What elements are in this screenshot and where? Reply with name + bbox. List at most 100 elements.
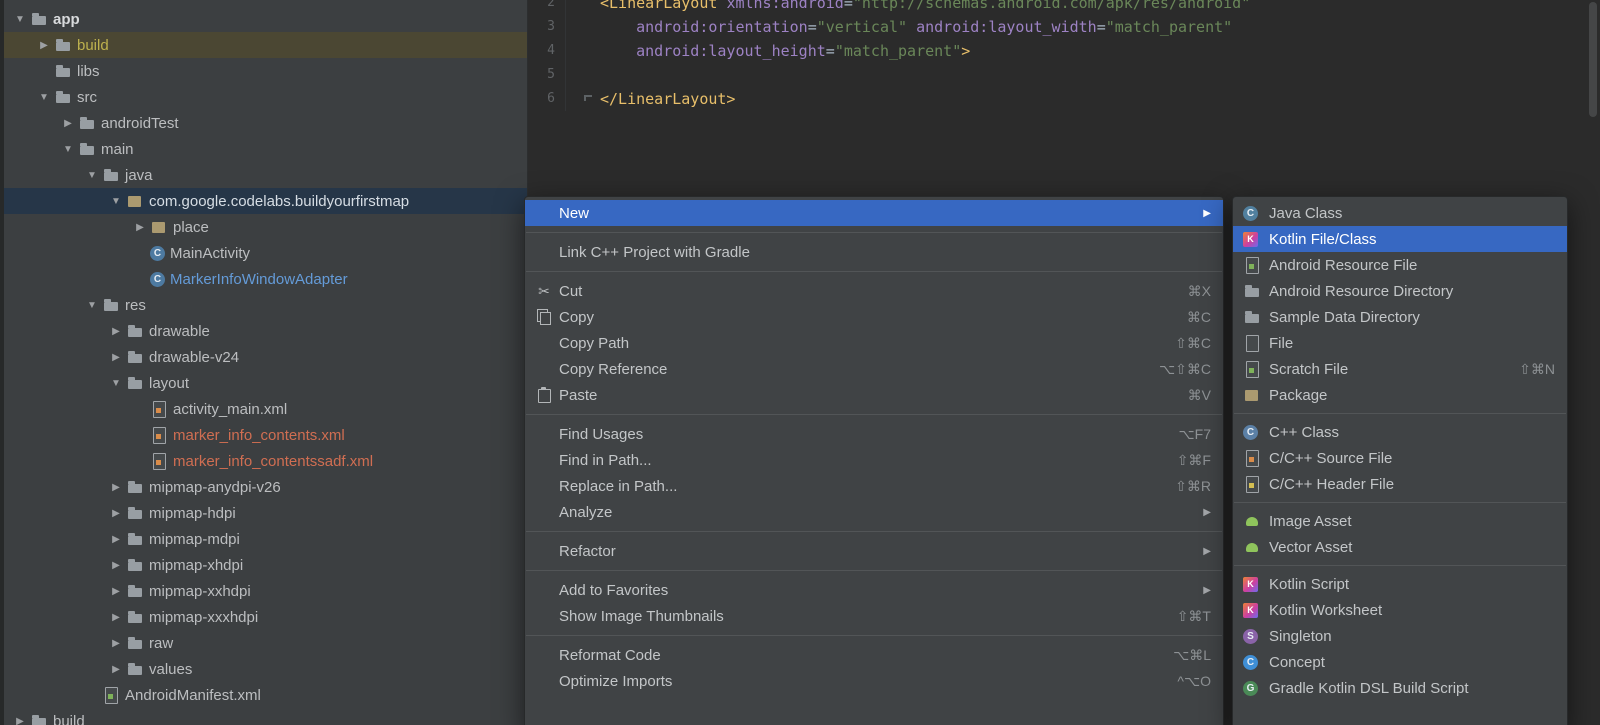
collapse-arrow-icon[interactable]: ▼: [58, 144, 78, 155]
fold-marker-icon[interactable]: [584, 95, 592, 101]
tree-item-drawable[interactable]: ▶drawable: [0, 318, 527, 344]
menu-item-replace-in-path[interactable]: Replace in Path...⇧⌘R: [525, 473, 1223, 499]
menu-item-scratch-file[interactable]: Scratch File⇧⌘N: [1233, 356, 1567, 382]
menu-item-kotlin-file-class[interactable]: KKotlin File/Class: [1233, 226, 1567, 252]
code-line[interactable]: [600, 63, 1600, 87]
menu-item-file[interactable]: File: [1233, 330, 1567, 356]
tree-item-raw[interactable]: ▶raw: [0, 630, 527, 656]
menu-item-singleton[interactable]: SSingleton: [1233, 623, 1567, 649]
menu-item-kotlin-worksheet[interactable]: KKotlin Worksheet: [1233, 597, 1567, 623]
menu-item-c-class[interactable]: CC++ Class: [1233, 419, 1567, 445]
tree-item-com-google-codelabs-buildyourfirstmap[interactable]: ▼com.google.codelabs.buildyourfirstmap: [0, 188, 527, 214]
expand-arrow-icon[interactable]: ▶: [106, 508, 126, 519]
tree-item-label: mipmap-anydpi-v26: [149, 479, 281, 496]
tree-item-activity-main-xml[interactable]: activity_main.xml: [0, 396, 527, 422]
menu-item-find-in-path[interactable]: Find in Path...⇧⌘F: [525, 447, 1223, 473]
collapse-arrow-icon[interactable]: ▼: [82, 170, 102, 181]
menu-item-label: Refactor: [559, 543, 1179, 560]
menu-item-link-c-project-with-gradle[interactable]: Link C++ Project with Gradle: [525, 239, 1223, 265]
menu-item-kotlin-script[interactable]: KKotlin Script: [1233, 571, 1567, 597]
menu-item-copy-path[interactable]: Copy Path⇧⌘C: [525, 330, 1223, 356]
tree-item-build[interactable]: ▶build: [0, 32, 527, 58]
tree-item-androidmanifest-xml[interactable]: AndroidManifest.xml: [0, 682, 527, 708]
tree-item-mipmap-hdpi[interactable]: ▶mipmap-hdpi: [0, 500, 527, 526]
paste-icon: [535, 386, 553, 404]
tree-item-mainactivity[interactable]: CMainActivity: [0, 240, 527, 266]
tree-item-place[interactable]: ▶place: [0, 214, 527, 240]
expand-arrow-icon[interactable]: ▶: [106, 560, 126, 571]
menu-item-vector-asset[interactable]: Vector Asset: [1233, 534, 1567, 560]
collapse-arrow-icon[interactable]: ▼: [106, 196, 126, 207]
collapse-arrow-icon[interactable]: ▼: [34, 92, 54, 103]
tree-item-java[interactable]: ▼java: [0, 162, 527, 188]
tree-item-mipmap-anydpi-v26[interactable]: ▶ mipmap-anydpi-v26: [0, 474, 527, 500]
menu-item-analyze[interactable]: Analyze▶: [525, 499, 1223, 525]
tree-item-mipmap-xxhdpi[interactable]: ▶mipmap-xxhdpi: [0, 578, 527, 604]
code-token: >: [961, 42, 970, 60]
code-line[interactable]: </LinearLayout>: [600, 87, 1600, 111]
expand-arrow-icon[interactable]: ▶: [58, 118, 78, 129]
tree-item-mipmap-mdpi[interactable]: ▶mipmap-mdpi: [0, 526, 527, 552]
menu-item-reformat-code[interactable]: Reformat Code⌥⌘L: [525, 642, 1223, 668]
tree-item-mipmap-xhdpi[interactable]: ▶mipmap-xhdpi: [0, 552, 527, 578]
tree-item-app[interactable]: ▼app: [0, 6, 527, 32]
tree-item-libs[interactable]: libs: [0, 58, 527, 84]
tree-item-build[interactable]: ▶build: [0, 708, 527, 725]
code-token: =: [1097, 18, 1106, 36]
menu-item-android-resource-directory[interactable]: Android Resource Directory: [1233, 278, 1567, 304]
expand-arrow-icon[interactable]: ▶: [106, 352, 126, 363]
collapse-arrow-icon[interactable]: ▼: [82, 300, 102, 311]
code-line[interactable]: android:layout_height="match_parent">: [600, 39, 1600, 63]
menu-item-optimize-imports[interactable]: Optimize Imports^⌥O: [525, 668, 1223, 694]
menu-item-concept[interactable]: CConcept: [1233, 649, 1567, 675]
tree-item-values[interactable]: ▶ values: [0, 656, 527, 682]
menu-item-label: Copy Reference: [559, 361, 1135, 378]
menu-item-show-image-thumbnails[interactable]: Show Image Thumbnails⇧⌘T: [525, 603, 1223, 629]
tree-item-src[interactable]: ▼src: [0, 84, 527, 110]
folder-icon: [126, 504, 144, 522]
expand-arrow-icon[interactable]: ▶: [130, 222, 150, 233]
tree-item-res[interactable]: ▼res: [0, 292, 527, 318]
menu-item-cut[interactable]: ✂Cut⌘X: [525, 278, 1223, 304]
code-line[interactable]: <LinearLayout xmlns:android="http://sche…: [600, 0, 1600, 15]
menu-item-paste[interactable]: Paste⌘V: [525, 382, 1223, 408]
tree-item-markerinfowindowadapter[interactable]: CMarkerInfoWindowAdapter: [0, 266, 527, 292]
expand-arrow-icon[interactable]: ▶: [106, 638, 126, 649]
expand-arrow-icon[interactable]: ▶: [106, 612, 126, 623]
expand-arrow-icon[interactable]: ▶: [106, 534, 126, 545]
tree-item-main[interactable]: ▼main: [0, 136, 527, 162]
scrollbar-thumb[interactable]: [1589, 2, 1597, 117]
menu-item-java-class[interactable]: CJava Class: [1233, 200, 1567, 226]
editor-code-area[interactable]: <LinearLayout xmlns:android="http://sche…: [566, 0, 1600, 111]
menu-item-find-usages[interactable]: Find Usages⌥F7: [525, 421, 1223, 447]
menu-item-package[interactable]: Package: [1233, 382, 1567, 408]
menu-item-image-asset[interactable]: Image Asset: [1233, 508, 1567, 534]
tree-item-androidtest[interactable]: ▶androidTest: [0, 110, 527, 136]
expand-arrow-icon[interactable]: ▶: [10, 716, 30, 725]
expand-arrow-icon[interactable]: ▶: [106, 586, 126, 597]
tree-item-marker-info-contentssadf-xml[interactable]: marker_info_contentssadf.xml: [0, 448, 527, 474]
menu-item-refactor[interactable]: Refactor▶: [525, 538, 1223, 564]
menu-item-copy-reference[interactable]: Copy Reference⌥⇧⌘C: [525, 356, 1223, 382]
expand-arrow-icon[interactable]: ▶: [106, 482, 126, 493]
expand-arrow-icon[interactable]: ▶: [106, 326, 126, 337]
menu-item-c-c-header-file[interactable]: C/C++ Header File: [1233, 471, 1567, 497]
code-line[interactable]: android:orientation="vertical" android:l…: [600, 15, 1600, 39]
editor-scrollbar[interactable]: [1586, 0, 1600, 725]
tree-item-mipmap-xxxhdpi[interactable]: ▶mipmap-xxxhdpi: [0, 604, 527, 630]
menu-item-copy[interactable]: Copy⌘C: [525, 304, 1223, 330]
collapse-arrow-icon[interactable]: ▼: [106, 378, 126, 389]
expand-arrow-icon[interactable]: ▶: [34, 40, 54, 51]
menu-item-gradle-kotlin-dsl-build-script[interactable]: GGradle Kotlin DSL Build Script: [1233, 675, 1567, 701]
menu-item-sample-data-directory[interactable]: Sample Data Directory: [1233, 304, 1567, 330]
menu-item-android-resource-file[interactable]: Android Resource File: [1233, 252, 1567, 278]
collapse-arrow-icon[interactable]: ▼: [10, 14, 30, 25]
menu-item-add-to-favorites[interactable]: Add to Favorites▶: [525, 577, 1223, 603]
tree-item-marker-info-contents-xml[interactable]: marker_info_contents.xml: [0, 422, 527, 448]
tree-item-label: values: [149, 661, 192, 678]
menu-item-new[interactable]: New▶: [525, 200, 1223, 226]
expand-arrow-icon[interactable]: ▶: [106, 664, 126, 675]
tree-item-layout[interactable]: ▼layout: [0, 370, 527, 396]
tree-item-drawable-v24[interactable]: ▶drawable-v24: [0, 344, 527, 370]
menu-item-c-c-source-file[interactable]: C/C++ Source File: [1233, 445, 1567, 471]
